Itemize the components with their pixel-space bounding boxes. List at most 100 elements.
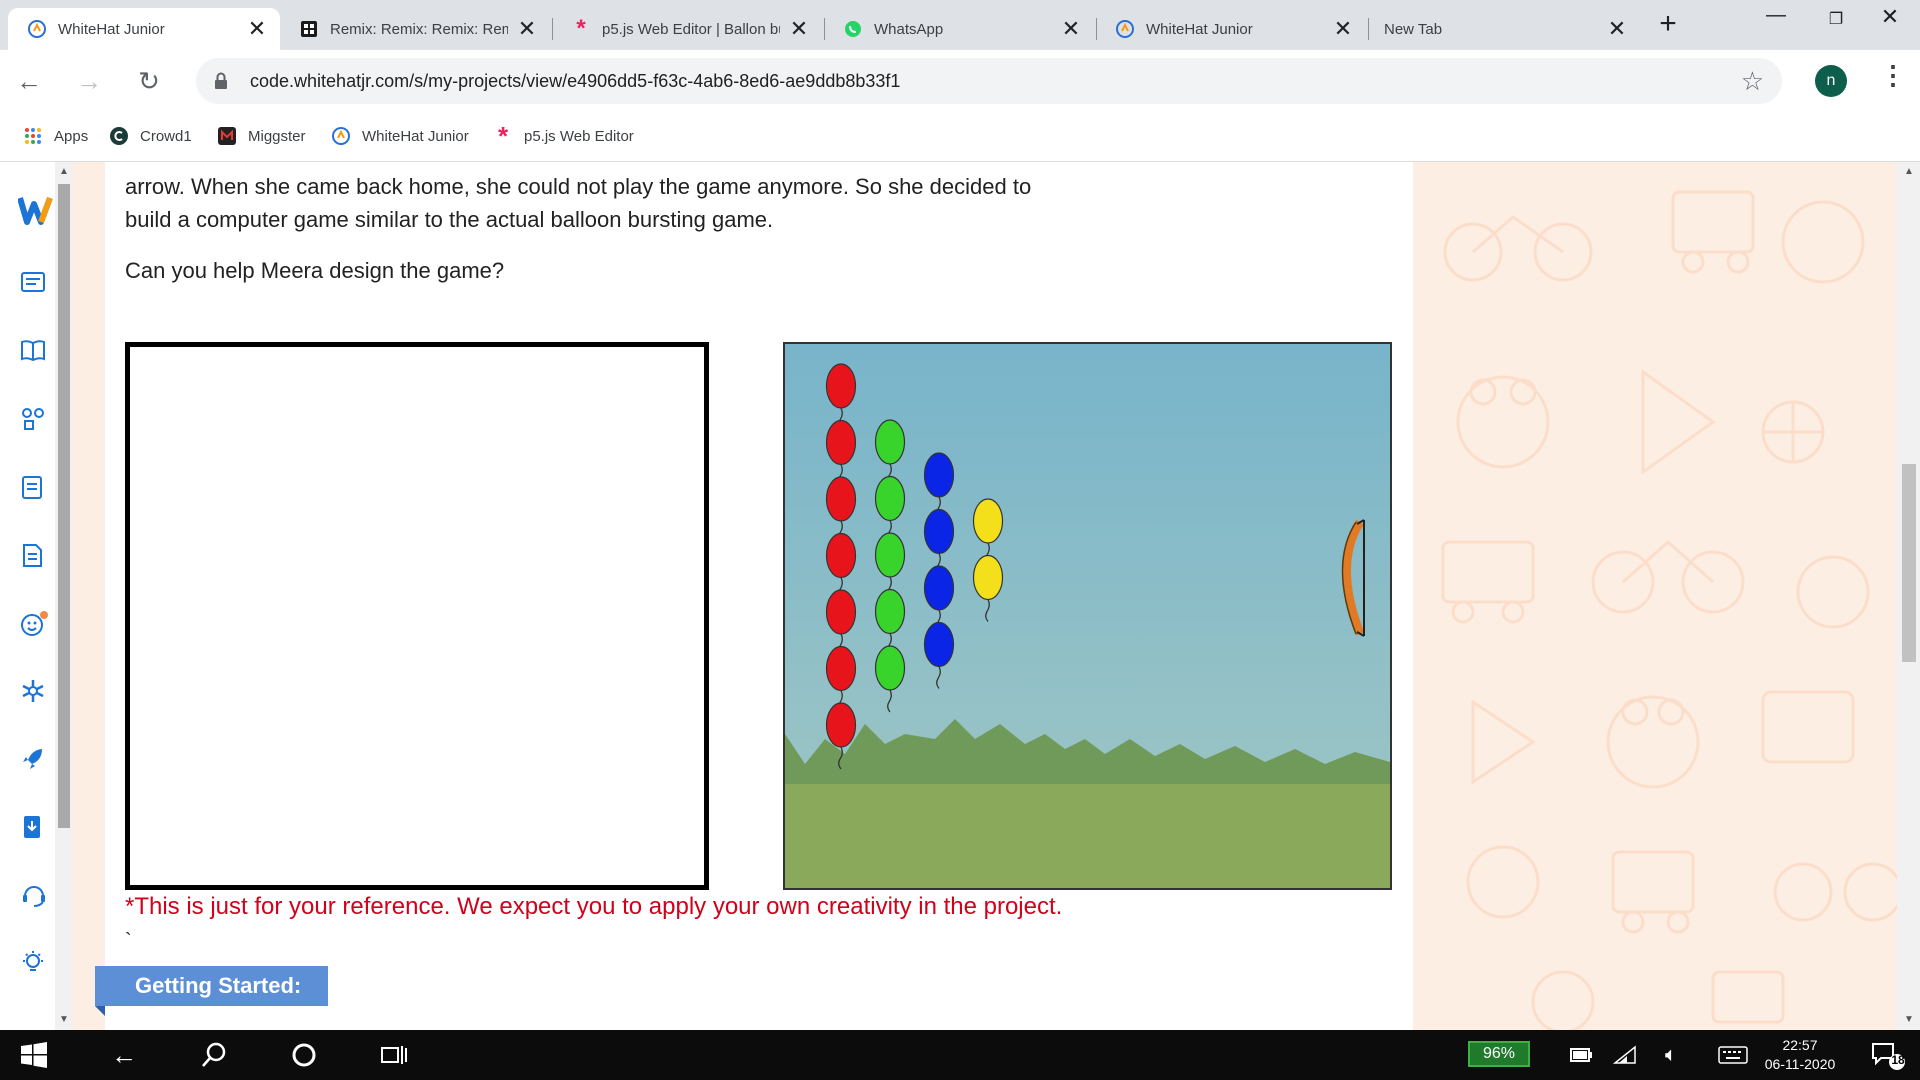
balloon <box>825 419 857 466</box>
scroll-down-arrow-icon[interactable]: ▼ <box>55 1014 73 1025</box>
lock-icon <box>214 72 228 95</box>
document-icon[interactable] <box>20 542 50 572</box>
system-clock[interactable]: 22:57 06-11-2020 <box>1735 1036 1865 1074</box>
getting-started-banner: Getting Started: <box>95 966 328 1006</box>
scroll-up-arrow-icon[interactable]: ▲ <box>55 166 73 177</box>
activities-icon[interactable] <box>20 406 50 436</box>
bookmark-apps[interactable]: Apps <box>24 124 88 148</box>
scroll-up-arrow-icon[interactable]: ▲ <box>1900 166 1918 177</box>
rocket-icon[interactable] <box>20 746 50 776</box>
bookmark-star-icon[interactable]: ☆ <box>1741 66 1764 97</box>
crowd1-icon <box>110 127 128 145</box>
restore-icon[interactable]: ❐ <box>1806 4 1866 36</box>
page-scrollbar-thumb[interactable] <box>1902 464 1916 662</box>
notification-center-icon[interactable]: 18 <box>1868 1039 1908 1071</box>
tab-p5js-ballon[interactable]: * p5.js Web Editor | Ballon bursting ✕ <box>552 8 822 50</box>
whitehat-icon <box>28 20 46 38</box>
bookmarks-bar: Apps Crowd1 Miggster WhiteHat Junior * p… <box>0 112 1920 162</box>
new-tab-plus-icon[interactable]: + <box>1652 8 1684 42</box>
question-text: Can you help Meera design the game? <box>125 258 505 283</box>
stray-backtick: ` <box>125 930 132 952</box>
volume-icon[interactable]: 🔈︎ <box>1656 1039 1686 1071</box>
balloon <box>923 621 955 668</box>
sidebar-scrollbar-thumb[interactable] <box>58 184 70 828</box>
reference-note: *This is just for your reference. We exp… <box>125 893 1063 920</box>
battery-percentage[interactable]: 96% <box>1468 1041 1530 1067</box>
balloon <box>923 565 955 611</box>
tab-whatsapp[interactable]: WhatsApp ✕ <box>824 8 1094 50</box>
bookmark-crowd1[interactable]: Crowd1 <box>110 124 192 148</box>
balloon <box>825 532 857 579</box>
balloon <box>874 588 906 635</box>
address-bar[interactable]: code.whitehatjr.com/s/my-projects/view/e… <box>196 58 1782 104</box>
battery-icon[interactable] <box>1566 1039 1596 1071</box>
bookmark-miggster[interactable]: Miggster <box>218 124 306 148</box>
close-icon[interactable]: ✕ <box>788 16 810 42</box>
whatsapp-icon <box>844 20 862 38</box>
balloon <box>874 475 906 522</box>
cortana-icon[interactable] <box>288 1039 320 1071</box>
profile-avatar[interactable]: n <box>1815 65 1847 97</box>
balloon <box>825 645 857 692</box>
wifi-icon[interactable] <box>1610 1039 1640 1071</box>
dashboard-icon[interactable] <box>20 270 50 300</box>
book-icon[interactable] <box>20 338 50 368</box>
close-icon[interactable]: ✕ <box>516 16 538 42</box>
tab-whitehat-junior[interactable]: WhiteHat Junior ✕ <box>8 8 280 50</box>
balloon <box>923 452 955 498</box>
miggster-icon <box>218 127 236 145</box>
bookmark-label: Miggster <box>248 127 306 145</box>
kebab-menu-icon[interactable]: ⋮ <box>1880 60 1906 91</box>
search-icon[interactable] <box>198 1039 230 1071</box>
project-content: arrow. When she came back home, she coul… <box>95 162 1413 1030</box>
tab-title: New Tab <box>1384 20 1443 38</box>
reload-icon[interactable]: ↻ <box>132 64 166 98</box>
blank-canvas-image <box>125 342 709 890</box>
support-icon[interactable] <box>20 882 50 912</box>
tab-title: p5.js Web Editor | Ballon bursting <box>602 20 780 38</box>
bookmark-whitehat-junior[interactable]: WhiteHat Junior <box>332 124 469 148</box>
p5js-icon: * <box>576 15 586 42</box>
back-arrow-icon[interactable]: ← <box>108 1039 140 1071</box>
whitehat-icon <box>332 127 350 145</box>
task-view-icon[interactable] <box>378 1039 410 1071</box>
apps-grid-icon <box>24 127 42 145</box>
balloon <box>825 702 857 748</box>
balloon <box>874 419 906 465</box>
emoji-icon[interactable] <box>20 610 50 640</box>
scroll-down-arrow-icon[interactable]: ▼ <box>1900 1014 1918 1025</box>
tab-strip: WhiteHat Junior ✕ Remix: Remix: Remix: R… <box>0 0 1920 50</box>
minimize-icon[interactable]: — <box>1746 4 1806 36</box>
close-icon[interactable]: ✕ <box>1606 16 1628 42</box>
page-scrollbar[interactable]: ▲ ▼ <box>1897 162 1920 1030</box>
tab-title: WhiteHat Junior <box>58 20 165 38</box>
tab-new-tab[interactable]: New Tab ✕ <box>1368 8 1640 50</box>
sidebar-scrollbar[interactable]: ▲ ▼ <box>55 162 73 1030</box>
lightbulb-icon[interactable] <box>20 950 50 980</box>
bookmark-p5js-web-editor[interactable]: * p5.js Web Editor <box>494 121 634 151</box>
p5js-icon: * <box>497 121 509 151</box>
tab-title: Remix: Remix: Remix: Remix <box>330 20 508 38</box>
download-doc-icon[interactable] <box>20 814 50 844</box>
whitehat-logo[interactable] <box>17 194 54 231</box>
balloon <box>923 508 955 555</box>
notes-icon[interactable] <box>20 474 50 504</box>
back-icon[interactable]: ← <box>12 64 46 98</box>
notification-count: 18 <box>1891 1053 1905 1067</box>
page-viewport: ▲ ▼ arrow. When she came back home, she … <box>0 162 1920 1030</box>
forward-icon[interactable]: → <box>72 64 106 98</box>
windows-taskbar: ← 96% 🔈︎ 22:57 06-11-2020 18 <box>0 1030 1920 1080</box>
balloon <box>874 645 906 691</box>
close-icon[interactable]: ✕ <box>1332 16 1354 42</box>
bookmark-label: p5.js Web Editor <box>524 127 634 145</box>
balloon <box>874 532 906 578</box>
tab-title: WhatsApp <box>874 20 944 38</box>
tab-remix[interactable]: Remix: Remix: Remix: Remix ✕ <box>280 8 550 50</box>
snowflake-icon[interactable] <box>20 678 50 708</box>
tab-whitehat-junior-2[interactable]: WhiteHat Junior ✕ <box>1096 8 1366 50</box>
close-icon[interactable]: ✕ <box>1060 16 1082 42</box>
windows-start-icon[interactable] <box>18 1039 50 1071</box>
balloon <box>825 363 857 409</box>
close-icon[interactable]: ✕ <box>246 16 268 42</box>
window-close-icon[interactable]: ✕ <box>1860 4 1920 36</box>
